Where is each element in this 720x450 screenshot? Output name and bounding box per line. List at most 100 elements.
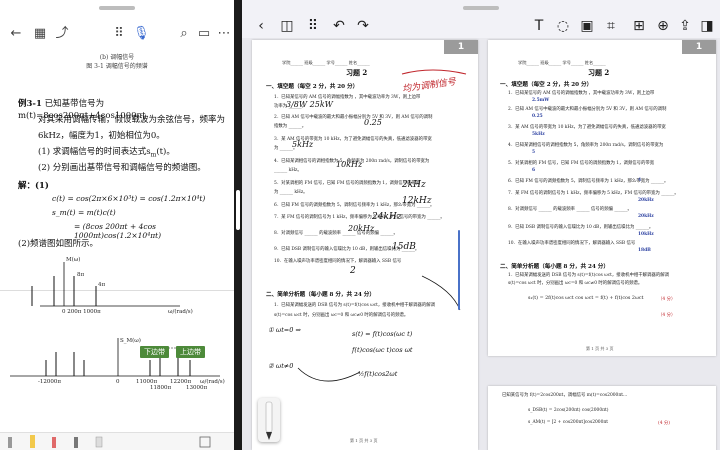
red-underline-stroke	[401, 69, 467, 75]
handwritten-answer-9: 15dB	[392, 242, 416, 252]
share-icon[interactable]: ⇪	[676, 17, 694, 35]
page-number-badge: 1	[444, 40, 478, 54]
question-line-9: 5．对某调相的 FM 信号，已知 FM 信号的调频指数为 1，调频信号的带宽	[274, 181, 421, 186]
handwritten-answer-4: 10kHz	[336, 160, 363, 169]
spectrum-svg	[10, 262, 220, 377]
left-pane-textbook: ← ▦ ⤴ ⠿ 🎙 ⌕ ▭ ⋯ (b) 调幅信号 图 3-1 调幅信号的频谱 例…	[0, 0, 234, 450]
key-answer-8: 20kHz	[638, 214, 654, 219]
more-icon[interactable]: ⋯	[216, 26, 232, 42]
image-icon[interactable]: ▣	[578, 17, 596, 35]
label-11800: 11800π	[150, 385, 172, 391]
label-8pi: 8π	[77, 272, 85, 278]
key-answer-2: 0.25	[532, 114, 543, 119]
tool-pen-icon[interactable]	[8, 437, 12, 448]
example-text-4: (1) 求调幅信号的时间表达式s	[38, 147, 151, 157]
handwritten-answer-3: 5kHz	[292, 140, 314, 149]
handwritten-answer-5: 2kHz	[402, 180, 426, 190]
tool-pencil-icon[interactable]	[74, 437, 78, 448]
page2-line-1: s_DSB(t) = 2cos(200πt) cos(2000πt)	[528, 408, 609, 413]
pen-tool-svg	[265, 401, 273, 440]
example-line-3: 6kHz，幅度为1，初始相位为0。	[38, 131, 165, 141]
tag-upper-sideband[interactable]: 上边带	[176, 346, 205, 358]
solution-label: 解：(1)	[18, 181, 49, 191]
question-line-13: 8．对调频信号 ______ 的载波频率 ______ 信号的频偏 ______…	[274, 231, 398, 236]
right-pane-notes: ‹ ◫ ⠿ ↶ ↷ T ◌ ▣ ⌗ ⊞ ⊕ ⇪ ◨ 1 习题 2 学院_____…	[242, 0, 720, 450]
share-icon[interactable]: ⤴	[54, 26, 70, 42]
apps-icon[interactable]: ⠿	[111, 26, 127, 42]
key-answer-4: 5	[532, 150, 536, 155]
divider-handle[interactable]	[236, 190, 240, 230]
formula-sm: s_m(t) = m(t)c(t)	[52, 208, 116, 217]
redo-icon[interactable]: ↷	[354, 17, 372, 35]
back-icon[interactable]: ‹	[252, 17, 270, 35]
example-line-4: (1) 求调幅信号的时间表达式sm(t)。	[38, 146, 175, 162]
label-zero: 0	[116, 379, 120, 385]
handwritten-derivation-4: f(t)cos(ωc t)cos ωt	[352, 346, 413, 354]
handwritten-answer-7: 24kHz	[372, 212, 402, 222]
lock-icon[interactable]: ⊕	[654, 17, 672, 35]
key-answer-9: 10kHz	[638, 232, 654, 237]
multitask-handle[interactable]	[99, 6, 135, 10]
formula-carrier: c(t) = cos(2π×6×10³t) = cos(1.2π×10⁴t)	[52, 194, 206, 203]
mic-icon[interactable]: 🎙	[133, 26, 150, 42]
answer-key-footer: 第 1 页 共 3 页	[586, 346, 614, 351]
text-tool-icon[interactable]: T	[530, 17, 548, 35]
handwritten-answer-8: 20kHz	[348, 224, 375, 233]
answer-key-page-2[interactable]: 已知某信号为 f(t)=2cos200πt，调幅信号 m(t)=cos2000π…	[488, 386, 716, 450]
question-line-3: 2．已知 AM 信号中载波的最大和最小振幅分别为 5V 和 3V，则 AM 信号…	[274, 115, 433, 120]
undo-icon[interactable]: ↶	[330, 17, 348, 35]
crop-icon[interactable]: ⌗	[602, 17, 620, 35]
reader-icon[interactable]: ▭	[196, 26, 212, 42]
floating-pen-tool[interactable]	[258, 398, 280, 442]
left-toolbar: ← ▦ ⤴ ⠿ 🎙 ⌕ ▭ ⋯	[0, 24, 234, 44]
answer-key-header: 学院______ 班级______ 学号______ 姓名______	[518, 60, 606, 65]
split-view-root: ← ▦ ⤴ ⠿ 🎙 ⌕ ▭ ⋯ (b) 调幅信号 图 3-1 调幅信号的频谱 例…	[0, 0, 720, 450]
tool-highlighter-icon[interactable]	[30, 435, 35, 448]
key-points-1: （4 分）	[658, 297, 676, 302]
tag-lower-sideband[interactable]: 下边带	[140, 346, 169, 358]
caption-b: (b) 调幅信号	[99, 54, 135, 61]
multitask-handle-right[interactable]	[463, 6, 499, 10]
handwritten-derivation-5: ½f(t)cos2ωt	[358, 370, 398, 378]
label-4pi: 4π	[98, 282, 106, 288]
tool-marker-icon[interactable]	[52, 437, 56, 448]
example-text-4c: (t)。	[156, 147, 175, 157]
label-neg12000: -12000π	[38, 379, 61, 385]
panel-icon[interactable]: ◨	[698, 17, 716, 35]
grid-icon[interactable]: ▦	[32, 26, 48, 42]
key-line-9: 9．已知 DSB 调制信号的输入信噪比为 10 dB，则输出信噪比为 _____…	[508, 225, 654, 230]
grid-icon[interactable]: ⠿	[304, 17, 322, 35]
header-fields: 学院______ 班级______ 学号______ 姓名______	[282, 60, 370, 65]
key-answer-7: 20kHz	[638, 198, 654, 203]
handwritten-note: 均为调制信号	[401, 77, 457, 95]
tool-ruler-icon[interactable]	[199, 436, 211, 448]
handwritten-derivation-1: ① ωt=0 ⇒	[268, 326, 301, 334]
answer-key-sec2: 二、简单分析题（每小题 8 分，共 24 分）	[500, 264, 609, 270]
key-line-5: 5．对某调相的 FM 信号，已知 FM 信号的调频指数为 1，调频信号的带宽	[508, 161, 655, 166]
key-line-4: 4．已知某调相信号的调相指数为 5，角频率为 200π rad/s，调制信号的带…	[508, 143, 664, 148]
label-ticks-top: 0 200π 1000π	[62, 309, 101, 315]
back-icon[interactable]: ←	[8, 26, 24, 42]
answer-key-page[interactable]: 1 习题 2 学院______ 班级______ 学号______ 姓名____…	[488, 40, 716, 356]
tool-eraser-icon[interactable]	[95, 436, 103, 448]
spectrum-figure: M(ω) 8π 4π 0 200π 1000π ω/(rad/s) S_M(ω)…	[0, 248, 234, 394]
key-answer-3: 5kHz	[532, 132, 545, 137]
search-icon[interactable]: ⌕	[176, 26, 192, 42]
question-line-4: 指数为 ______。	[274, 124, 307, 129]
handwritten-answer-1: 3/8W 25kW	[286, 100, 333, 109]
label-omega-top: ω/(rad/s)	[168, 309, 193, 315]
answer-key-sec1: 一、填空题（每空 2 分，共 20 分）	[500, 82, 593, 88]
lasso-icon[interactable]: ◌	[554, 17, 572, 35]
pen-nib-icon	[266, 432, 272, 440]
split-divider[interactable]	[234, 0, 242, 450]
question-line-15: 10．在输入噪声功率谱密度相同的情况下，解调器输入 SSB 信号	[274, 259, 402, 264]
example-line-2: 对其采用调幅传输，假设载波为余弦信号，频率为	[38, 115, 226, 125]
page-scroll-indicator[interactable]	[458, 230, 460, 310]
key-line-1: 1．已知某信号的 AM 信号的调幅指数为 ，其中载波功率为 3W，则上边带	[508, 91, 655, 96]
figure-caption-top: 图 3-1 调幅信号的频谱	[86, 63, 148, 70]
exercise-title: 习题 2	[346, 68, 368, 77]
add-page-icon[interactable]: ⊞	[630, 17, 648, 35]
sidebar-icon[interactable]: ◫	[278, 17, 296, 35]
notes-page-1[interactable]: 1 习题 2 学院______ 班级______ 学号______ 姓名____…	[252, 40, 478, 450]
analysis-line-1: 1．已知某调幅发送的 DSB 信号为 s(t)=f(t)cos ωct，接收机中…	[274, 303, 435, 308]
